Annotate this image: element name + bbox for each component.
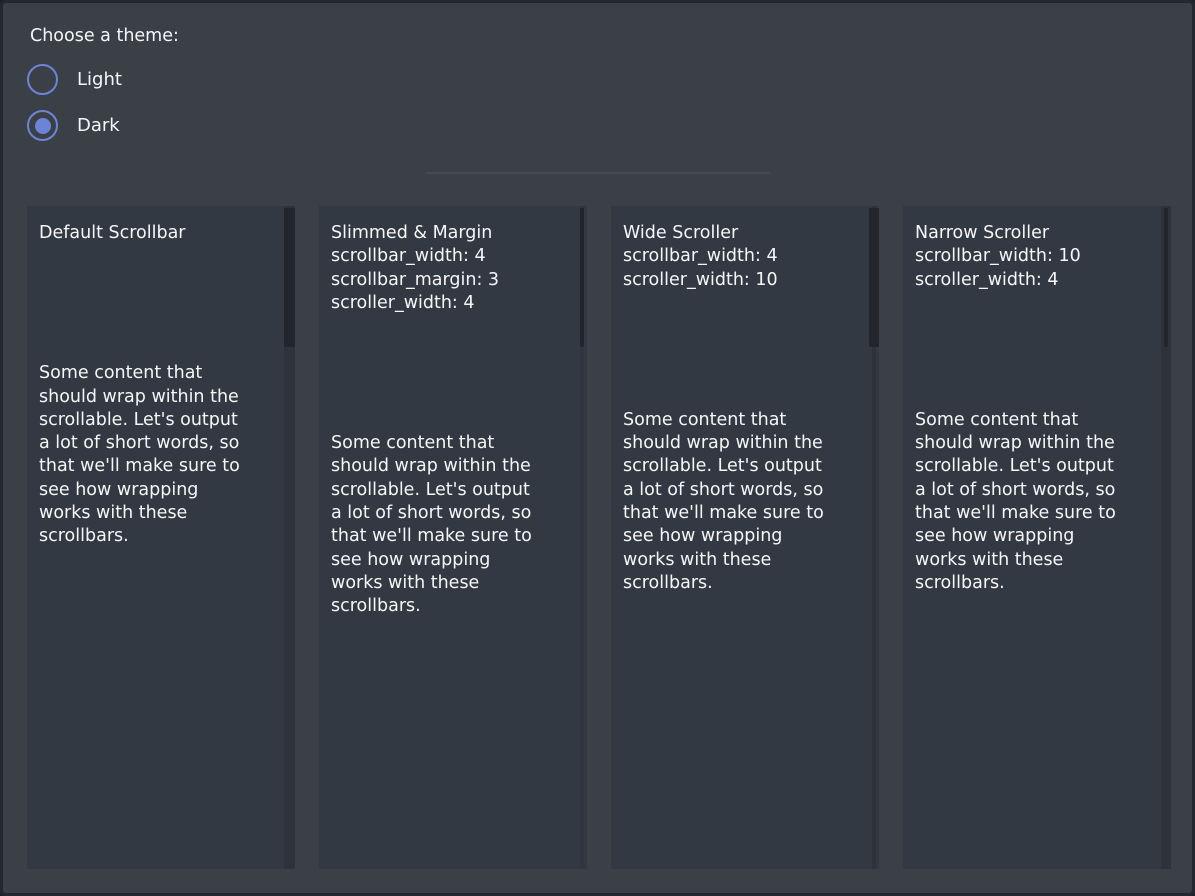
panel-default-scrollbar[interactable]: Default Scrollbar Some content thatshoul… xyxy=(27,206,295,869)
theme-chooser: Choose a theme: Light Dark xyxy=(27,25,179,156)
app-window: Choose a theme: Light Dark Default Scrol… xyxy=(0,0,1195,896)
panel-wide-scroller[interactable]: Wide Scroller scrollbar_width: 4scroller… xyxy=(611,206,879,869)
radio-icon-light[interactable] xyxy=(27,64,58,95)
spacer xyxy=(623,292,855,409)
theme-chooser-label: Choose a theme: xyxy=(30,25,179,48)
panel-body-text: Some content thatshould wrap within thes… xyxy=(331,432,563,618)
panel-title: Slimmed & Margin xyxy=(331,222,563,245)
radio-label-dark: Dark xyxy=(77,114,120,137)
panel-body-text: Some content thatshould wrap within thes… xyxy=(623,409,855,595)
panel-title: Narrow Scroller xyxy=(915,222,1147,245)
horizontal-divider xyxy=(425,172,770,174)
spacer xyxy=(39,245,271,362)
panel-header: Slimmed & Margin scrollbar_width: 4scrol… xyxy=(331,222,563,315)
radio-option-dark[interactable]: Dark xyxy=(27,110,179,141)
panel-config: scrollbar_width: 4scrollbar_margin: 3scr… xyxy=(331,245,563,315)
spacer xyxy=(915,292,1147,409)
radio-selected-dot xyxy=(35,118,51,134)
radio-label-light: Light xyxy=(77,68,122,91)
panel-header: Default Scrollbar xyxy=(39,222,271,245)
panel-body-text: Some content thatshould wrap within thes… xyxy=(915,409,1147,595)
panel-header: Wide Scroller scrollbar_width: 4scroller… xyxy=(623,222,855,292)
scrollable-panels-row: Default Scrollbar Some content thatshoul… xyxy=(27,206,1171,869)
radio-icon-dark[interactable] xyxy=(27,110,58,141)
panel-title: Default Scrollbar xyxy=(39,222,271,245)
panel-narrow-scroller[interactable]: Narrow Scroller scrollbar_width: 10scrol… xyxy=(903,206,1171,869)
scrollbar-thumb[interactable] xyxy=(284,208,295,347)
panel-slimmed-margin[interactable]: Slimmed & Margin scrollbar_width: 4scrol… xyxy=(319,206,587,869)
panel-header: Narrow Scroller scrollbar_width: 10scrol… xyxy=(915,222,1147,292)
radio-option-light[interactable]: Light xyxy=(27,64,179,95)
panel-body-text: Some content thatshould wrap within thes… xyxy=(39,362,271,548)
scrollbar-thumb[interactable] xyxy=(869,208,879,347)
panel-config: scrollbar_width: 10scroller_width: 4 xyxy=(915,245,1147,292)
panel-title: Wide Scroller xyxy=(623,222,855,245)
panel-config: scrollbar_width: 4scroller_width: 10 xyxy=(623,245,855,292)
scrollbar-thumb[interactable] xyxy=(1164,208,1168,347)
spacer xyxy=(331,315,563,432)
scrollbar-thumb[interactable] xyxy=(580,208,584,347)
